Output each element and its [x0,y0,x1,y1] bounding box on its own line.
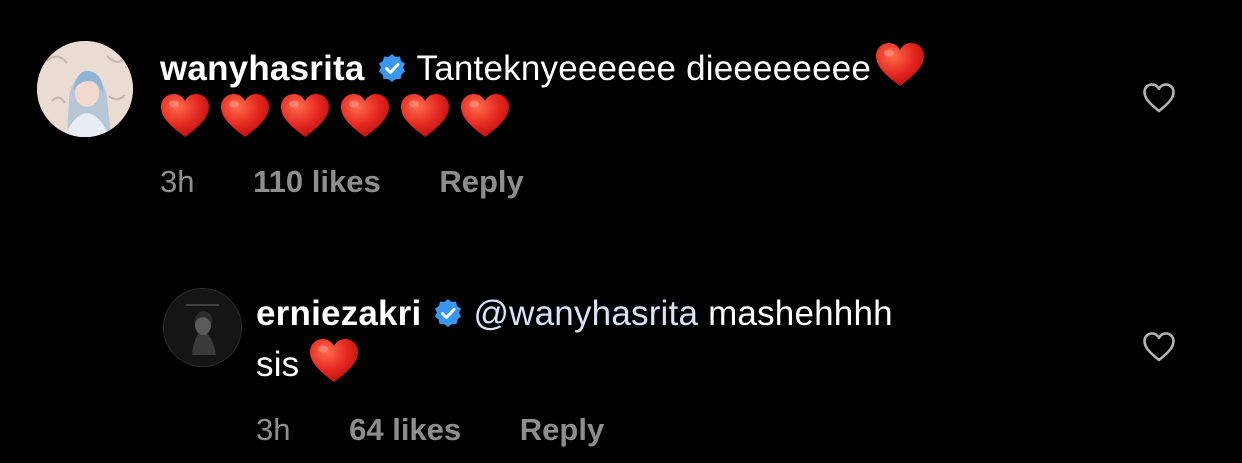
red-heart-emoji-icon [280,93,330,139]
reply-button[interactable]: Reply [520,412,604,448]
comment-likes-count[interactable]: 110 likes [253,164,381,200]
avatar[interactable] [163,288,242,367]
avatar-image [164,289,241,366]
comment-likes-count[interactable]: 64 likes [349,412,461,448]
comment-timestamp: 3h [256,412,291,447]
comment-text-block: erniezakri @wanyhasrita mashehhhh sis [256,290,1116,389]
comment-meta-row: 3h 64 likes Reply [256,412,604,448]
red-heart-emoji-icon [340,93,390,139]
red-heart-emoji-icon [160,93,210,139]
heart-outline-icon[interactable] [1142,82,1176,114]
reply-button[interactable]: Reply [439,164,523,200]
comment-body-text: Tanteknyeeeeee dieeeeeeee [416,49,872,88]
red-heart-emoji-icon [309,338,359,384]
comment-text-block: wanyhasrita Tanteknyeeeeee dieeeeeeee [160,42,1080,144]
red-heart-emoji-icon [460,93,510,139]
mention-link[interactable]: @wanyhasrita [473,294,698,333]
comment-reply: erniezakri @wanyhasrita mashehhhh sis 3h 6… [0,270,1242,463]
avatar[interactable] [37,41,133,137]
red-heart-emoji-icon [400,93,450,139]
red-heart-emoji-icon [220,93,270,139]
verified-badge-icon [433,293,463,327]
comment-body-text: mashehhhh [708,294,893,333]
comment-meta-row: 3h 110 likes Reply [160,164,524,200]
comment-username[interactable]: wanyhasrita [160,49,365,88]
red-heart-emoji-icon [875,42,925,88]
comment-username[interactable]: erniezakri [256,294,421,333]
heart-outline-icon[interactable] [1142,331,1176,363]
avatar-image [37,41,133,137]
comment: wanyhasrita Tanteknyeeeeee dieeeeeeee 3h … [0,0,1242,230]
comment-timestamp: 3h [160,164,195,199]
comment-body-text: sis [256,345,300,384]
verified-badge-icon [377,48,407,82]
